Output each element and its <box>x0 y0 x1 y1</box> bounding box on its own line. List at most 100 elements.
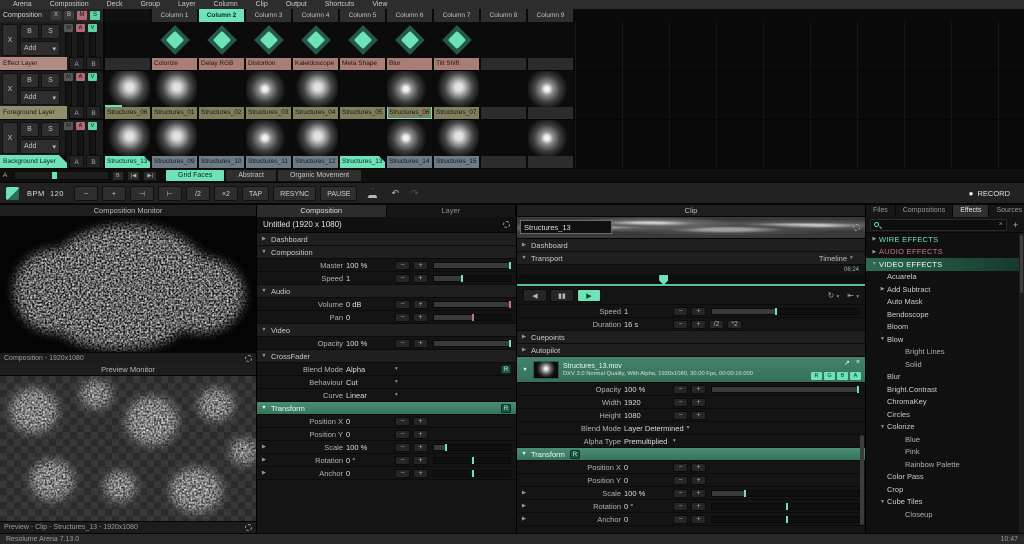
param-row[interactable]: ▼ Audio <box>257 285 516 298</box>
bpm-button[interactable]: ⊢ <box>158 186 182 201</box>
composition-bypass-button[interactable]: B <box>64 11 74 20</box>
bpm-button[interactable]: /2 <box>186 186 210 201</box>
search-input[interactable]: × <box>870 219 1007 231</box>
disclosure-icon[interactable]: ▼ <box>878 424 887 430</box>
decrement-button[interactable]: − <box>395 469 410 478</box>
layer-bypass-button[interactable]: B <box>20 24 39 39</box>
increment-button[interactable]: + <box>413 417 428 426</box>
disclosure-icon[interactable]: ▼ <box>870 261 879 267</box>
clip-cell[interactable]: Structures_06 <box>387 71 432 119</box>
effect-tree-item[interactable]: Bloom <box>866 321 1024 334</box>
decrement-button[interactable]: − <box>395 300 410 309</box>
effect-tree-item[interactable]: ▼ VIDEO EFFECTS <box>866 258 1024 271</box>
prev-deck-icon[interactable]: |◀ <box>127 171 141 181</box>
param-row[interactable]: Pan 0 − + <box>257 311 516 324</box>
effect-tree-item[interactable]: ChromaKey <box>866 396 1024 409</box>
disclosure-icon[interactable]: ▶ <box>260 444 268 450</box>
param-row[interactable]: ▶ Rotation 0 ° − + <box>517 500 865 513</box>
disclosure-icon[interactable]: ▼ <box>520 255 528 261</box>
clip-cell[interactable]: Structures_14 <box>387 120 432 168</box>
increment-button[interactable]: + <box>691 502 706 511</box>
disclosure-icon[interactable]: ▶ <box>260 470 268 476</box>
effect-tree-item[interactable]: Bendoscope <box>866 308 1024 321</box>
channel-toggle[interactable]: R <box>811 372 822 380</box>
record-arm-badge[interactable]: R <box>501 365 511 374</box>
clip-cell[interactable]: Delay RGB <box>199 22 244 70</box>
increment-button[interactable]: + <box>691 515 706 524</box>
param-value[interactable]: Linear <box>346 391 392 400</box>
menu-item[interactable]: Deck <box>98 0 132 9</box>
effect-tree-item[interactable]: ▶ Add Subtract <box>866 283 1024 296</box>
disclosure-icon[interactable]: ▶ <box>520 516 528 522</box>
increment-button[interactable]: + <box>691 320 706 329</box>
param-row[interactable]: Height 1080 − + <box>517 409 865 422</box>
param-value[interactable]: 0 <box>346 469 392 478</box>
increment-button[interactable]: + <box>691 489 706 498</box>
bpm-value[interactable]: 120 <box>50 189 64 198</box>
dropdown-caret-icon[interactable]: ▾ <box>395 379 405 385</box>
param-row[interactable]: ▶ Dashboard <box>257 233 516 246</box>
dropdown-caret-icon[interactable]: ▾ <box>850 255 860 261</box>
browser-tab[interactable]: Compositions <box>896 205 953 217</box>
master-fader[interactable] <box>65 82 72 106</box>
menu-item[interactable]: Composition <box>41 0 98 9</box>
param-row[interactable]: Position X 0 − + <box>517 461 865 474</box>
effect-tree-item[interactable]: Bright Lines <box>866 346 1024 359</box>
column-tab[interactable]: Column 8 <box>481 9 526 22</box>
increment-button[interactable]: + <box>413 274 428 283</box>
master-fader[interactable] <box>65 131 72 155</box>
param-row[interactable]: Behaviour Cut ▾ <box>257 376 516 389</box>
disclosure-icon[interactable]: ▶ <box>870 249 879 255</box>
empty-clip-grid[interactable] <box>575 71 1024 119</box>
double-button[interactable]: *2 <box>727 320 742 329</box>
disclosure-icon[interactable]: ▶ <box>870 236 879 242</box>
decrement-button[interactable]: − <box>673 489 688 498</box>
browser-tab[interactable]: Files <box>866 205 896 217</box>
audio-fader[interactable] <box>77 131 84 155</box>
param-row[interactable]: ▶ Anchor 0 − + <box>517 513 865 526</box>
layer-blendmode-dropdown[interactable]: Add▾ <box>20 139 60 154</box>
decrement-button[interactable]: − <box>395 274 410 283</box>
clip-cell[interactable]: Meta Shape <box>340 22 385 70</box>
active-clip-cell[interactable]: Structures_13 <box>105 120 150 168</box>
decrement-button[interactable]: − <box>673 385 688 394</box>
clip-cell[interactable] <box>528 120 573 168</box>
param-slider[interactable] <box>433 262 511 269</box>
gear-icon[interactable] <box>245 355 252 362</box>
param-row[interactable]: Opacity 100 % − + <box>257 337 516 350</box>
master-fader[interactable] <box>65 33 72 57</box>
halve-button[interactable]: /2 <box>709 320 724 329</box>
disclosure-icon[interactable]: ▶ <box>520 490 528 496</box>
param-value[interactable]: 100 % <box>346 443 392 452</box>
clip-cell[interactable]: Structures_02 <box>199 71 244 119</box>
clip-cell[interactable]: Structures_10 <box>199 120 244 168</box>
menu-item[interactable]: Group <box>132 0 169 9</box>
layer-bypass-button[interactable]: B <box>20 73 39 88</box>
video-fader[interactable] <box>89 131 96 155</box>
param-value[interactable]: 100 % <box>346 261 392 270</box>
record-arm-badge[interactable]: R <box>570 450 580 459</box>
param-row[interactable]: ▼ Video <box>257 324 516 337</box>
clip-cell[interactable] <box>528 71 573 119</box>
clip-cell[interactable] <box>481 120 526 168</box>
param-row[interactable]: ▼ Transport Timeline ▾ <box>517 252 865 265</box>
effect-tree-item[interactable]: Solid <box>866 358 1024 371</box>
param-row[interactable]: ▼ Transform R <box>517 448 865 461</box>
clip-cell[interactable]: Structures_05 <box>340 71 385 119</box>
param-row[interactable]: ▼ CrossFader <box>257 350 516 363</box>
play-direction-button[interactable]: ⇤ ▾ <box>847 291 859 300</box>
param-slider[interactable] <box>711 490 860 497</box>
layer-name[interactable]: Background Layer <box>0 155 67 168</box>
crossfader-a-button[interactable]: A <box>69 57 84 70</box>
param-row[interactable]: Width 1920 − + <box>517 396 865 409</box>
dropdown-caret-icon[interactable]: ▾ <box>395 366 405 372</box>
param-row[interactable]: Blend Mode Layer Determined ▾ <box>517 422 865 435</box>
disclosure-icon[interactable]: ▼ <box>260 353 268 359</box>
panel-tab[interactable]: Composition <box>257 205 387 217</box>
pause-button[interactable]: ▮▮ <box>550 289 574 302</box>
clip-cell[interactable]: Structures_04 <box>293 71 338 119</box>
deck-tab[interactable]: Abstract <box>226 170 276 181</box>
effect-tree-item[interactable]: ▶ WIRE EFFECTS <box>866 233 1024 246</box>
clip-cell[interactable]: Structures_01 <box>152 71 197 119</box>
clip-cell[interactable]: Tilt Shift <box>434 22 479 70</box>
